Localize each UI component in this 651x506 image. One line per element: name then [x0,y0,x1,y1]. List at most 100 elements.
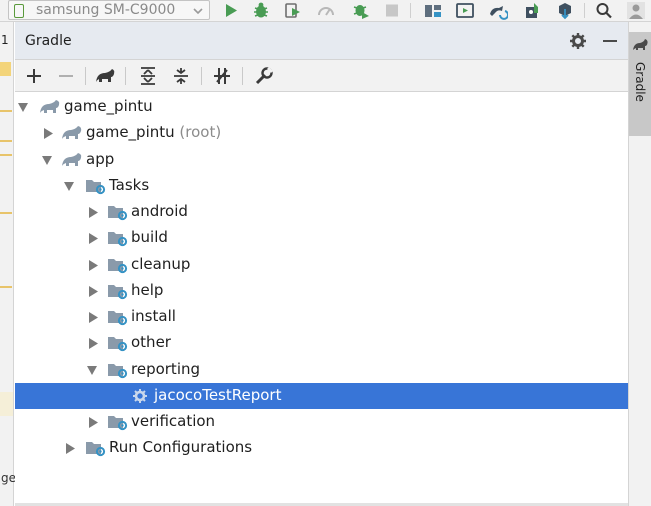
task-folder-icon [107,308,129,326]
tree-node-game-pintu-root[interactable]: game_pintu (root) [15,120,628,146]
gradle-side-tab[interactable]: Gradle [629,32,651,136]
tree-node-label: help [131,281,164,299]
tree-node-label: Run Configurations [109,438,253,456]
gutter-highlight [0,392,13,416]
expand-arrow-icon[interactable] [64,181,74,192]
debug-icon[interactable] [251,1,271,20]
collapse-arrow-icon[interactable] [88,207,98,218]
collapse-arrow-icon[interactable] [65,443,75,454]
remove-icon[interactable] [55,65,77,87]
gradle-panel-header: Gradle [15,22,628,60]
tree-node-label: jacocoTestReport [154,386,282,404]
profile-icon[interactable] [316,1,336,20]
side-tab-label-wrap: Gradle [632,62,649,132]
panel-title: Gradle [25,33,72,49]
collapse-arrow-icon[interactable] [88,417,98,428]
expand-arrow-icon[interactable] [87,365,97,376]
tree-node-label: verification [131,412,216,430]
gutter-marker [0,110,12,112]
tree-node-label: android [131,202,188,220]
task-folder-icon [107,334,129,352]
device-selector[interactable]: samsung SM-C9000 [8,0,210,20]
settings-icon[interactable] [569,32,587,50]
tree-node-label: reporting [131,360,201,378]
tree-node-app[interactable]: app [15,147,628,173]
sync-gradle-icon[interactable] [488,1,508,20]
tree-node-reporting[interactable]: reporting [15,357,628,383]
side-tab-label: Gradle [633,62,647,102]
minimize-icon[interactable] [601,32,619,50]
collapse-arrow-icon[interactable] [88,260,98,271]
tree-node-install[interactable]: install [15,304,628,330]
gutter-text: ge [1,471,16,485]
gradle-elephant-icon[interactable] [94,65,116,87]
gradle-elephant-icon [632,38,649,52]
tree-node-label: build [131,228,168,246]
gradle-elephant-icon [39,98,61,116]
task-folder-icon [107,256,129,274]
task-folder-icon [107,361,129,379]
apply-changes-icon[interactable] [283,1,303,20]
gutter-marker [0,286,12,288]
tree-node-cleanup[interactable]: cleanup [15,252,628,278]
line-number: 1 [1,33,9,47]
tree-node-help[interactable]: help [15,278,628,304]
expand-all-icon[interactable] [137,65,159,87]
right-tool-strip: Gradle [628,22,651,506]
tree-node-suffix: (root) [179,123,222,141]
build-settings-icon[interactable] [253,65,275,87]
gradle-tree: game_pintu game_pintu (root) app Tasks a… [15,92,628,506]
gutter-marker [0,212,12,214]
expand-arrow-icon[interactable] [18,102,28,113]
tree-node-label: game_pintu [64,97,153,115]
task-folder-icon [107,413,129,431]
search-icon[interactable] [594,1,614,20]
toggle-offline-icon[interactable] [211,65,233,87]
sdk-manager-icon[interactable] [522,1,542,20]
gradle-elephant-icon [61,151,83,169]
task-folder-icon [85,177,107,195]
expand-arrow-icon[interactable] [42,155,52,166]
tree-node-other[interactable]: other [15,330,628,356]
task-folder-icon [107,282,129,300]
task-folder-icon [85,439,107,457]
collapse-arrow-icon[interactable] [88,233,98,244]
gear-icon [131,387,153,405]
tree-node-label: app [86,150,115,168]
main-toolbar: samsung SM-C9000 [0,0,651,22]
device-file-icon[interactable] [555,1,575,20]
gradle-elephant-icon [61,124,83,142]
tree-node-jacoco-test-report[interactable]: jacocoTestReport [15,383,628,409]
gutter-marker [0,62,11,76]
tree-node-run-configurations[interactable]: Run Configurations [15,435,628,461]
device-selector-label: samsung SM-C9000 [36,2,176,18]
chevron-down-icon [191,5,205,17]
add-icon[interactable] [23,65,45,87]
tree-node-build[interactable]: build [15,225,628,251]
user-icon[interactable] [626,1,646,20]
device-icon [14,4,24,18]
editor-gutter: 1 ge [0,22,16,506]
gutter-marker [0,140,12,142]
collapse-arrow-icon[interactable] [88,312,98,323]
tree-node-label: Tasks [109,176,150,194]
tree-node-game-pintu-project[interactable]: game_pintu [15,94,628,120]
tree-node-tasks[interactable]: Tasks [15,173,628,199]
attach-debugger-icon[interactable] [351,1,371,20]
task-folder-icon [107,203,129,221]
stop-icon[interactable] [382,1,402,20]
collapse-all-icon[interactable] [170,65,192,87]
gutter-marker [0,154,12,156]
task-folder-icon [107,229,129,247]
collapse-arrow-icon[interactable] [88,338,98,349]
avd-manager-icon[interactable] [455,1,475,20]
collapse-arrow-icon[interactable] [88,286,98,297]
tree-node-android[interactable]: android [15,199,628,225]
tree-node-label: install [131,307,176,325]
run-icon[interactable] [221,1,241,20]
project-structure-icon[interactable] [423,1,443,20]
tree-node-verification[interactable]: verification [15,409,628,435]
tree-node-label: game_pintu (root) [86,123,222,141]
collapse-arrow-icon[interactable] [43,128,53,139]
tree-node-label: cleanup [131,255,191,273]
